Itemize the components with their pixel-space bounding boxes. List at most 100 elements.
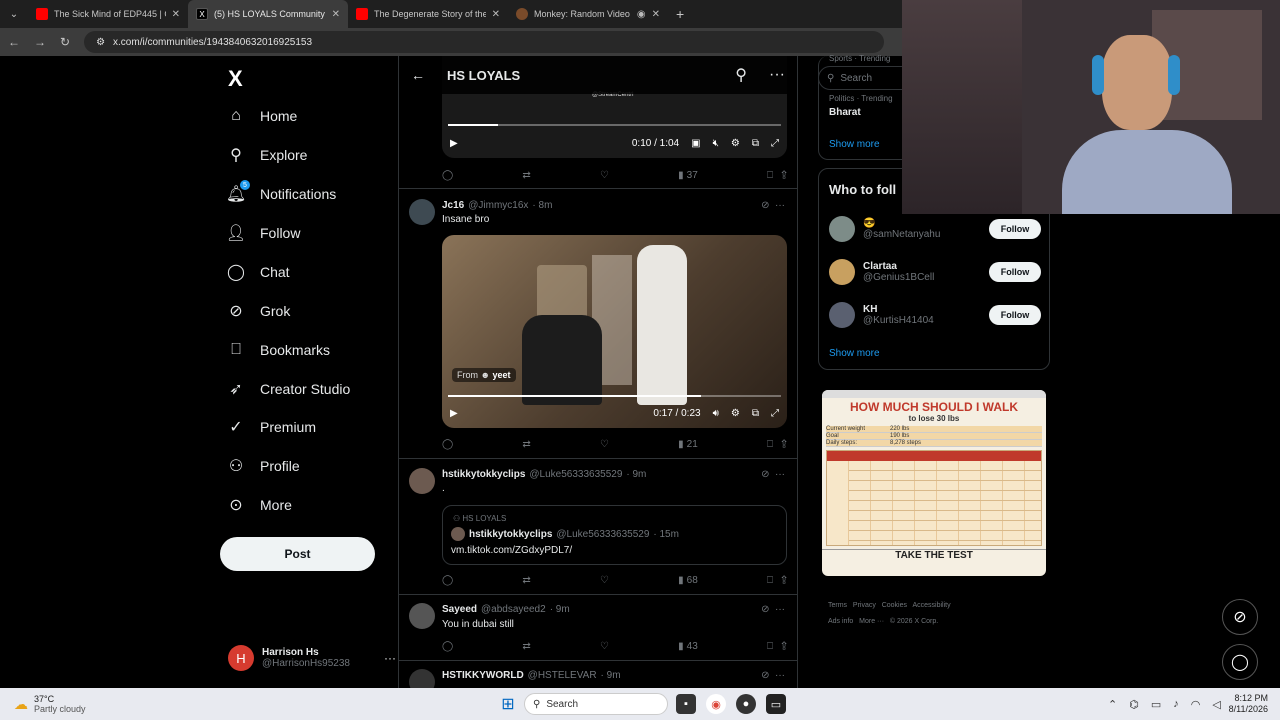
- more-icon[interactable]: ···: [384, 651, 396, 665]
- video-progress[interactable]: [448, 124, 781, 126]
- wifi-icon[interactable]: ◠: [1191, 698, 1201, 711]
- bookmark-icon[interactable]: ⎕ ⇪: [767, 575, 787, 586]
- author-handle[interactable]: @HSTELEVAR: [528, 670, 597, 681]
- footer-link[interactable]: Accessibility: [912, 602, 950, 609]
- search-icon[interactable]: ⚲: [735, 65, 747, 85]
- pip-icon[interactable]: ⧉: [752, 138, 759, 149]
- nav-follow[interactable]: 👤︎ Follow: [226, 218, 301, 248]
- reply-icon[interactable]: ◯: [442, 170, 453, 181]
- obs-icon[interactable]: ●: [736, 694, 756, 714]
- browser-tab-4[interactable]: Monkey: Random Video Ch ◉ ✕: [508, 0, 668, 28]
- post-button[interactable]: Post: [220, 537, 375, 571]
- close-icon[interactable]: ✕: [172, 9, 180, 20]
- author-name[interactable]: Jc16: [442, 200, 464, 211]
- battery-icon[interactable]: ▭: [1151, 698, 1161, 711]
- quoted-tweet[interactable]: ⚇ HS LOYALS hstikkytokkyclips @Luke56333…: [442, 505, 787, 565]
- bookmark-icon[interactable]: ⎕ ⇪: [767, 641, 787, 652]
- avatar[interactable]: [409, 468, 435, 494]
- taskbar-search[interactable]: ⚲ Search: [524, 693, 668, 715]
- nav-bookmarks[interactable]: ⎕ Bookmarks: [226, 335, 330, 365]
- avatar[interactable]: [409, 199, 435, 225]
- follow-button[interactable]: Follow: [989, 219, 1041, 239]
- tweet-time[interactable]: · 9m: [550, 604, 570, 615]
- tweet-time[interactable]: · 9m: [601, 670, 621, 681]
- reload-icon[interactable]: ↻: [60, 35, 70, 49]
- retweet-icon[interactable]: ⇄: [522, 170, 530, 181]
- author-handle[interactable]: @Jimmyc16x: [468, 200, 528, 211]
- x-logo[interactable]: X: [228, 66, 243, 92]
- chrome-icon[interactable]: ◉: [706, 694, 726, 714]
- settings-icon[interactable]: ⚙: [731, 408, 740, 419]
- clock[interactable]: 8:12 PM 8/11/2026: [1224, 693, 1268, 715]
- bookmark-icon[interactable]: ⎕ ⇪: [767, 170, 787, 181]
- volume-icon[interactable]: ◁: [1212, 698, 1220, 711]
- close-icon[interactable]: ✕: [332, 9, 340, 20]
- show-more-link[interactable]: Show more: [829, 348, 880, 359]
- follow-button[interactable]: Follow: [989, 305, 1041, 325]
- browser-tab-1[interactable]: The Sick Mind of EDP445 | Offic ✕: [28, 0, 188, 28]
- close-icon[interactable]: ✕: [492, 9, 500, 20]
- nav-notifications[interactable]: 🔔︎ 5 Notifications: [226, 179, 336, 209]
- like-icon[interactable]: ♡: [600, 170, 609, 181]
- reply-icon[interactable]: ◯: [442, 439, 453, 450]
- author-name[interactable]: Sayeed: [442, 604, 477, 615]
- trend-name[interactable]: Bharat: [829, 107, 861, 118]
- grok-icon[interactable]: ⊘ ···: [761, 469, 785, 480]
- footer-link[interactable]: Cookies: [882, 602, 907, 609]
- volume-icon[interactable]: 🔊︎: [713, 408, 719, 419]
- quote-text[interactable]: vm.tiktok.com/ZGdxyPDL7/: [451, 545, 572, 556]
- author-handle[interactable]: @abdsayeed2: [481, 604, 546, 615]
- follow-suggestion[interactable]: 😎 @samNetanyahu Follow: [829, 214, 1041, 244]
- grok-icon[interactable]: ⊘ ···: [761, 200, 785, 211]
- reply-icon[interactable]: ◯: [442, 575, 453, 586]
- reply-icon[interactable]: ◯: [442, 641, 453, 652]
- footer-link[interactable]: Privacy: [853, 602, 876, 609]
- play-icon[interactable]: ▶: [450, 408, 458, 419]
- captions-icon[interactable]: ▣: [691, 138, 700, 149]
- nav-creator-studio[interactable]: ➶ Creator Studio: [226, 374, 350, 404]
- pip-icon[interactable]: ⧉: [752, 408, 759, 419]
- nav-profile[interactable]: ⚇ Profile: [226, 451, 300, 481]
- chevron-up-icon[interactable]: ⌃: [1108, 698, 1117, 711]
- tab-search-button[interactable]: ⌄: [0, 0, 28, 28]
- fullscreen-icon[interactable]: ⤢: [771, 138, 779, 149]
- walking-ad-image[interactable]: HOW MUCH SHOULD I WALK to lose 30 lbs Cu…: [822, 390, 1046, 576]
- site-info-icon[interactable]: ⚙: [96, 37, 105, 48]
- nav-more[interactable]: ⊙ More: [226, 490, 292, 520]
- avatar[interactable]: [829, 259, 855, 285]
- url-field[interactable]: ⚙ x.com/i/communities/194384063201692515…: [84, 31, 885, 53]
- tweet-time[interactable]: · 8m: [532, 200, 552, 211]
- follow-suggestion[interactable]: KH @KurtisH41404 Follow: [829, 300, 1041, 330]
- retweet-icon[interactable]: ⇄: [522, 439, 530, 450]
- follow-button[interactable]: Follow: [989, 262, 1041, 282]
- video-player[interactable]: From ☻ yeet ▶ 0:17 / 0:23 🔊︎ ⚙ ⧉ ⤢: [442, 235, 787, 428]
- close-icon[interactable]: ✕: [652, 9, 660, 20]
- views-icon[interactable]: ▮ 43: [678, 641, 698, 652]
- bookmark-icon[interactable]: ⎕ ⇪: [767, 439, 787, 450]
- tweet-time[interactable]: · 9m: [626, 469, 646, 480]
- grok-float-button[interactable]: ⊘: [1222, 599, 1258, 635]
- weather-widget[interactable]: ☁ 37°C Partly cloudy: [14, 694, 86, 714]
- network-icon[interactable]: ⌬: [1129, 698, 1139, 711]
- more-icon[interactable]: ···: [769, 66, 785, 84]
- video-progress[interactable]: [448, 395, 781, 397]
- follow-suggestion[interactable]: Clartaa @Genius1BCell Follow: [829, 257, 1041, 287]
- browser-tab-3[interactable]: The Degenerate Story of the U ✕: [348, 0, 508, 28]
- like-icon[interactable]: ♡: [600, 575, 609, 586]
- browser-tab-2[interactable]: X (5) HS LOYALS Community / X ✕: [188, 0, 348, 28]
- nav-premium[interactable]: ✓ Premium: [226, 412, 316, 442]
- forward-icon[interactable]: →: [34, 35, 46, 49]
- back-icon[interactable]: ←: [8, 35, 20, 49]
- avatar[interactable]: [829, 216, 855, 242]
- show-more-link[interactable]: Show more: [829, 139, 880, 150]
- account-switcher[interactable]: H Harrison Hs @HarrisonHs95238 ···: [228, 642, 396, 674]
- author-handle[interactable]: @Luke56333635529: [529, 469, 622, 480]
- author-name[interactable]: HSTIKKYWORLD: [442, 670, 524, 681]
- file-explorer-icon[interactable]: ▪: [676, 694, 696, 714]
- avatar[interactable]: [409, 603, 435, 629]
- views-icon[interactable]: ▮ 37: [678, 170, 698, 181]
- play-icon[interactable]: ▶: [450, 138, 458, 149]
- retweet-icon[interactable]: ⇄: [522, 641, 530, 652]
- views-icon[interactable]: ▮ 68: [678, 575, 698, 586]
- avatar[interactable]: [829, 302, 855, 328]
